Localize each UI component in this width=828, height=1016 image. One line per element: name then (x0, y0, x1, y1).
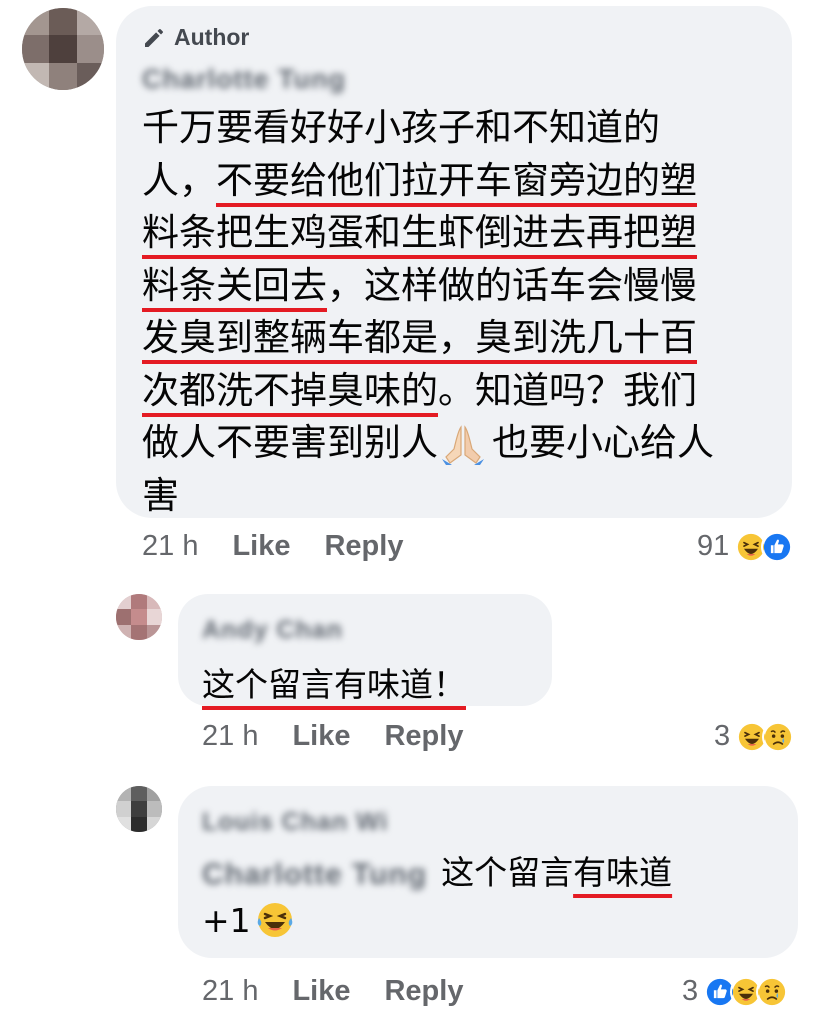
reply-actions: 21 h Like Reply (202, 975, 497, 1008)
comment-line: 千万要看好好小孩子和不知道的 (142, 106, 660, 149)
reply-button[interactable]: Reply (384, 975, 463, 1008)
comment-line: 做人不要害到别人 也要小心给人 (142, 421, 714, 465)
reply-text-line2: +1 (202, 900, 295, 940)
mention-link[interactable]: Charlotte Tung (202, 858, 427, 891)
reply-reactions[interactable]: 3 (714, 720, 795, 753)
like-button[interactable]: Like (232, 530, 290, 563)
author-badge: Author (142, 24, 249, 51)
comment-line: 次都洗不掉臭味的。知道吗？我们 (142, 368, 697, 412)
sad-emoji-icon (762, 720, 795, 753)
comment-line: 人，不要给他们拉开车窗旁边的塑 (142, 158, 697, 202)
commenter-name[interactable]: Charlotte Tung (142, 64, 346, 95)
reaction-count: 91 (697, 530, 730, 562)
reply-text: Charlotte Tung 这个留言有味道 (202, 853, 673, 892)
author-badge-label: Author (174, 24, 250, 50)
reaction-count: 3 (682, 975, 699, 1007)
reply-actions: 21 h Like Reply (202, 720, 497, 753)
praying-hands-icon (442, 424, 484, 465)
reply-author-name[interactable]: Louis Chan Wi (202, 808, 388, 837)
laughing-tears-emoji-icon (257, 903, 292, 937)
reply-author-name[interactable]: Andy Chan (202, 616, 343, 645)
reaction-count: 3 (714, 720, 731, 752)
comment-reactions[interactable]: 91 (697, 530, 794, 563)
comment-line: 害 (142, 473, 179, 517)
like-emoji-icon (761, 530, 794, 563)
like-button[interactable]: Like (292, 975, 350, 1008)
comment-line: 发臭到整辆车都是，臭到洗几十百 (142, 316, 697, 359)
reply-button[interactable]: Reply (384, 720, 463, 753)
sad-emoji-icon (756, 975, 789, 1008)
commenter-avatar[interactable] (22, 8, 104, 90)
comment-text: 千万要看好好小孩子和不知道的 人，不要给他们拉开车窗旁边的塑 料条把生鸡蛋和生虾… (142, 102, 762, 522)
comment-line: 料条把生鸡蛋和生虾倒进去再把塑 (142, 211, 697, 254)
comment-actions: 21 h Like Reply (142, 530, 437, 563)
reply-text: 这个留言有味道！ (202, 665, 466, 704)
comment-timestamp[interactable]: 21 h (142, 530, 198, 563)
reply-avatar[interactable] (116, 594, 162, 640)
comment-line: 料条关回去，这样做的话车会慢慢 (142, 263, 697, 307)
reply-avatar[interactable] (116, 786, 162, 832)
reply-reactions[interactable]: 3 (682, 975, 789, 1008)
reply-button[interactable]: Reply (324, 530, 403, 563)
pencil-icon (145, 28, 163, 47)
reply-timestamp[interactable]: 21 h (202, 975, 258, 1008)
like-button[interactable]: Like (292, 720, 350, 753)
reply-timestamp[interactable]: 21 h (202, 720, 258, 753)
